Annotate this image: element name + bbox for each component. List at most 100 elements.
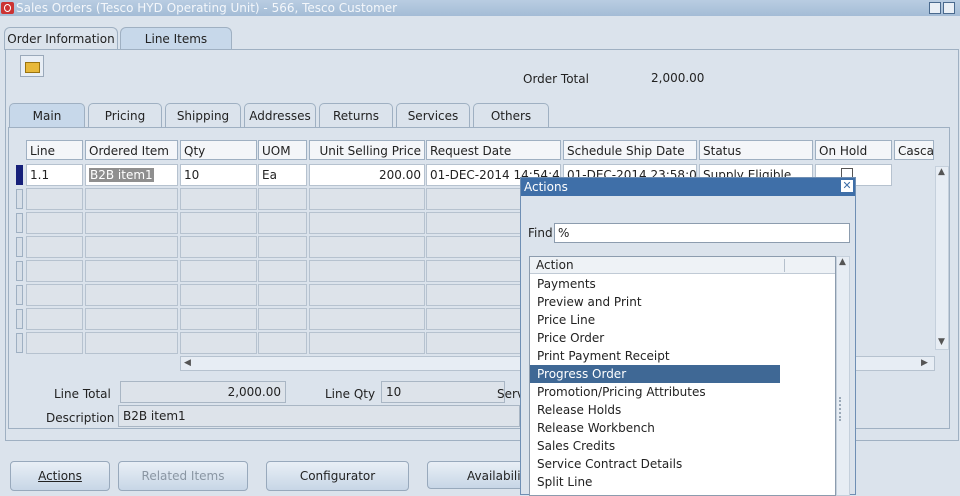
- cell-ordered-item[interactable]: B2B item1: [85, 164, 178, 186]
- row-indicator[interactable]: [16, 333, 23, 353]
- maximize-icon[interactable]: [943, 2, 955, 14]
- empty-cell[interactable]: [26, 212, 83, 234]
- empty-cell[interactable]: [180, 236, 257, 258]
- empty-cell[interactable]: [258, 332, 307, 354]
- subtab-services[interactable]: Services: [396, 103, 470, 128]
- close-icon[interactable]: ✕: [841, 180, 853, 192]
- empty-cell[interactable]: [85, 284, 178, 306]
- subtab-returns[interactable]: Returns: [319, 103, 393, 128]
- dialog-scroll-up-icon[interactable]: ▲: [839, 257, 846, 267]
- cell-qty[interactable]: 10: [180, 164, 257, 186]
- empty-cell[interactable]: [26, 284, 83, 306]
- row-indicator[interactable]: [16, 285, 23, 305]
- action-list-item[interactable]: Preview and Print: [530, 293, 835, 311]
- empty-cell[interactable]: [180, 284, 257, 306]
- row-indicator[interactable]: [16, 213, 23, 233]
- folder-open-icon[interactable]: [20, 55, 44, 77]
- action-list-item[interactable]: Print Payment Receipt: [530, 347, 835, 365]
- empty-cell[interactable]: [26, 236, 83, 258]
- action-list-item[interactable]: Price Order: [530, 329, 835, 347]
- action-list-item[interactable]: Payments: [530, 275, 835, 293]
- subtab-addresses[interactable]: Addresses: [244, 103, 316, 128]
- empty-cell[interactable]: [26, 332, 83, 354]
- empty-cell[interactable]: [258, 236, 307, 258]
- action-list-item[interactable]: Split Line: [530, 473, 835, 491]
- subtab-pricing[interactable]: Pricing: [88, 103, 162, 128]
- subtab-main[interactable]: Main: [9, 103, 85, 128]
- row-indicator[interactable]: [16, 261, 23, 281]
- action-list-item[interactable]: Promotion/Pricing Attributes: [530, 383, 835, 401]
- action-list-item[interactable]: Price Line: [530, 311, 835, 329]
- empty-cell[interactable]: [309, 308, 425, 330]
- empty-cell[interactable]: [309, 188, 425, 210]
- col-header-request-date[interactable]: Request Date: [426, 140, 561, 160]
- window-titlebar: Sales Orders (Tesco HYD Operating Unit) …: [0, 0, 960, 16]
- empty-cell[interactable]: [85, 188, 178, 210]
- dialog-vertical-scrollbar[interactable]: ▲: [836, 256, 850, 496]
- empty-cell[interactable]: [309, 332, 425, 354]
- empty-cell[interactable]: [85, 308, 178, 330]
- related-items-button[interactable]: Related Items: [118, 461, 248, 491]
- row-indicator[interactable]: [16, 309, 23, 329]
- line-qty-field[interactable]: 10: [381, 381, 505, 403]
- scroll-down-icon[interactable]: ▼: [938, 337, 945, 347]
- empty-cell[interactable]: [309, 212, 425, 234]
- tab-line-items[interactable]: Line Items: [120, 27, 232, 50]
- cell-line[interactable]: 1.1: [26, 164, 83, 186]
- tab-order-information[interactable]: Order Information: [4, 27, 118, 50]
- scroll-left-icon[interactable]: ◀: [184, 358, 191, 368]
- empty-cell[interactable]: [258, 188, 307, 210]
- subtab-shipping[interactable]: Shipping: [165, 103, 241, 128]
- col-header-cascade[interactable]: Casca: [894, 140, 934, 160]
- find-input[interactable]: %: [554, 223, 850, 243]
- empty-cell[interactable]: [309, 260, 425, 282]
- row-indicator[interactable]: [16, 189, 23, 209]
- configurator-button[interactable]: Configurator: [266, 461, 409, 491]
- col-header-status[interactable]: Status: [699, 140, 813, 160]
- empty-cell[interactable]: [85, 260, 178, 282]
- list-header-action[interactable]: Action: [530, 257, 835, 274]
- col-header-uom[interactable]: UOM: [258, 140, 307, 160]
- action-list-item[interactable]: Release Holds: [530, 401, 835, 419]
- scroll-grip-icon[interactable]: [839, 397, 849, 421]
- action-list-item[interactable]: Service Contract Details: [530, 455, 835, 473]
- col-header-on-hold[interactable]: On Hold: [815, 140, 892, 160]
- empty-cell[interactable]: [258, 260, 307, 282]
- actions-button[interactable]: Actions: [10, 461, 110, 491]
- table-vertical-scrollbar[interactable]: ▲ ▼: [935, 166, 949, 350]
- empty-cell[interactable]: [258, 308, 307, 330]
- action-list-item[interactable]: Release Workbench: [530, 419, 835, 437]
- col-header-ordered-item[interactable]: Ordered Item: [85, 140, 178, 160]
- scroll-right-icon[interactable]: ▶: [921, 358, 928, 368]
- empty-cell[interactable]: [180, 212, 257, 234]
- col-header-line[interactable]: Line: [26, 140, 83, 160]
- empty-cell[interactable]: [180, 332, 257, 354]
- scroll-up-icon[interactable]: ▲: [938, 167, 945, 177]
- empty-cell[interactable]: [85, 236, 178, 258]
- col-header-qty[interactable]: Qty: [180, 140, 257, 160]
- empty-cell[interactable]: [180, 260, 257, 282]
- action-list-item[interactable]: Progress Order: [530, 365, 780, 383]
- subtab-others[interactable]: Others: [473, 103, 549, 128]
- empty-cell[interactable]: [309, 236, 425, 258]
- description-field[interactable]: B2B item1: [118, 405, 520, 427]
- minimize-icon[interactable]: [929, 2, 941, 14]
- empty-cell[interactable]: [26, 188, 83, 210]
- empty-cell[interactable]: [26, 260, 83, 282]
- empty-cell[interactable]: [258, 212, 307, 234]
- cell-uom[interactable]: Ea: [258, 164, 307, 186]
- action-list-item[interactable]: Sales Credits: [530, 437, 835, 455]
- line-total-field[interactable]: 2,000.00: [120, 381, 286, 403]
- cell-unit-selling-price[interactable]: 200.00: [309, 164, 425, 186]
- empty-cell[interactable]: [258, 284, 307, 306]
- empty-cell[interactable]: [309, 284, 425, 306]
- col-header-schedule-ship-date[interactable]: Schedule Ship Date: [563, 140, 697, 160]
- empty-cell[interactable]: [85, 332, 178, 354]
- empty-cell[interactable]: [85, 212, 178, 234]
- row-indicator[interactable]: [16, 237, 23, 257]
- empty-cell[interactable]: [180, 308, 257, 330]
- empty-cell[interactable]: [180, 188, 257, 210]
- empty-cell[interactable]: [26, 308, 83, 330]
- col-header-unit-selling-price[interactable]: Unit Selling Price: [309, 140, 425, 160]
- row-current-indicator[interactable]: [16, 165, 23, 185]
